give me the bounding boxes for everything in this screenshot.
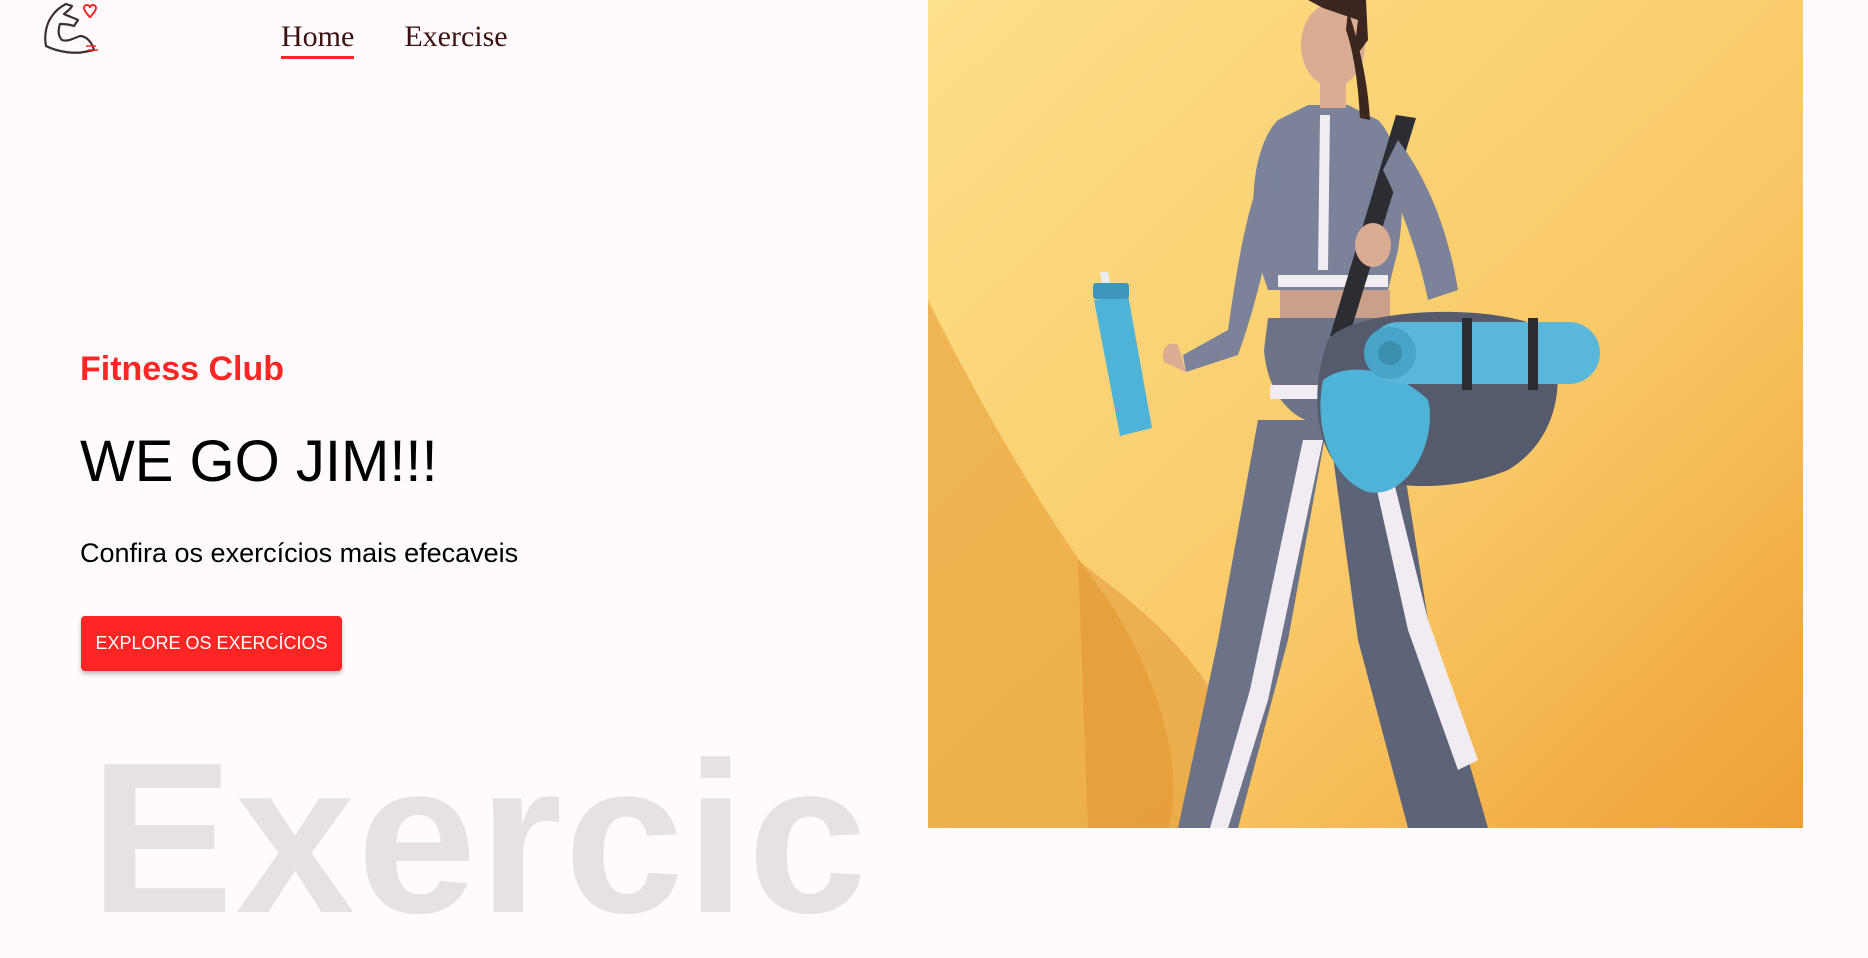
hero-subtitle: Confira os exercícios mais efecaveis: [80, 538, 519, 568]
explore-exercises-button[interactable]: EXPLORE OS EXERCÍCIOS: [81, 616, 342, 671]
background-watermark-text: Exercic: [90, 717, 870, 958]
hero-tagline: Fitness Club: [80, 350, 285, 388]
hero-headline: WE GO JIM!!!: [80, 429, 438, 494]
hero-banner-image: [928, 0, 1803, 828]
logo-icon[interactable]: [40, 0, 106, 58]
nav-link-exercise[interactable]: Exercise: [404, 20, 507, 59]
main-nav: Home Exercise: [281, 20, 508, 59]
nav-link-home[interactable]: Home: [281, 20, 355, 59]
